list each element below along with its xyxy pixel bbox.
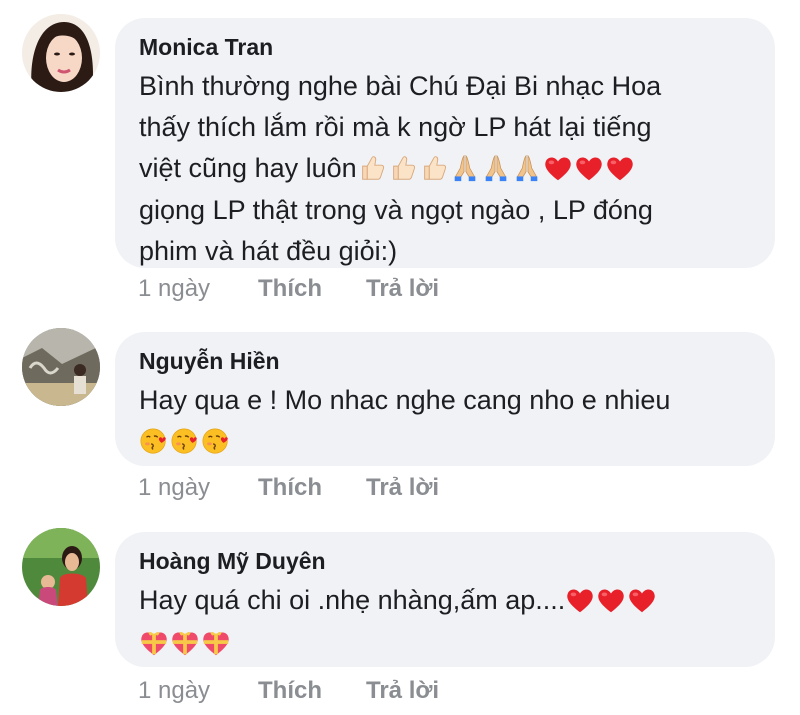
comment-text-line: phim và hát đều giỏi:) <box>139 236 398 267</box>
reply-button[interactable]: Trả lời <box>366 473 439 503</box>
comment-text-line: giọng LP thật trong và ngọt ngào , LP đó… <box>139 195 653 226</box>
comment-text: Hay quá chi oi .nhẹ nhàng,ấm ap.... <box>139 580 751 665</box>
comment-author[interactable]: Hoàng Mỹ Duyên <box>139 546 751 576</box>
red-heart-icon <box>627 585 657 615</box>
comment-timestamp[interactable]: 1 ngày <box>138 274 258 304</box>
kissing-heart-face-icon <box>139 426 169 456</box>
avatar[interactable] <box>22 328 100 406</box>
comment-bubble: Monica Tran Bình thường nghe bài Chú Đại… <box>115 18 775 268</box>
red-heart-icon <box>565 585 595 615</box>
comment-actions: 1 ngày Thích Trả lời <box>138 274 439 304</box>
folded-hands-icon <box>481 153 511 183</box>
reply-button[interactable]: Trả lời <box>366 676 439 706</box>
comment-text-segment: việt cũng hay luôn <box>139 153 357 183</box>
like-button[interactable]: Thích <box>258 676 366 706</box>
comment-text-line: Hay quá chi oi .nhẹ nhàng,ấm ap.... <box>139 580 751 622</box>
like-button[interactable]: Thích <box>258 473 366 503</box>
red-heart-icon <box>574 153 604 183</box>
emoji-row <box>357 149 636 190</box>
comment-text-segment: Hay quá chi oi .nhẹ nhàng,ấm ap.... <box>139 585 566 615</box>
comment-text-line <box>139 421 751 463</box>
comment-actions: 1 ngày Thích Trả lời <box>138 473 439 503</box>
reply-button[interactable]: Trả lời <box>366 274 439 304</box>
comment-author[interactable]: Nguyễn Hiền <box>139 346 751 376</box>
red-heart-icon <box>596 585 626 615</box>
avatar[interactable] <box>22 528 100 606</box>
heart-gift-icon <box>139 628 169 658</box>
comment-bubble: Hoàng Mỹ Duyên Hay quá chi oi .nhẹ nhàng… <box>115 532 775 667</box>
comment-actions: 1 ngày Thích Trả lời <box>138 676 439 706</box>
emoji-row <box>139 422 232 463</box>
comment-timestamp[interactable]: 1 ngày <box>138 676 258 706</box>
avatar[interactable] <box>22 14 100 92</box>
emoji-row <box>139 624 232 665</box>
comment-text-line: Bình thường nghe bài Chú Đại Bi nhạc Hoa <box>139 71 662 101</box>
heart-gift-icon <box>170 628 200 658</box>
like-button[interactable]: Thích <box>258 274 366 304</box>
comment-text: Hay qua e ! Mo nhac nghe cang nho e nhie… <box>139 380 751 463</box>
thumbs-up-icon <box>419 153 449 183</box>
kissing-heart-face-icon <box>201 426 231 456</box>
comment-author[interactable]: Monica Tran <box>139 32 751 62</box>
thumbs-up-icon <box>357 153 387 183</box>
comment-text-line <box>139 622 751 664</box>
comment-text-line: việt cũng hay luôn <box>139 148 751 190</box>
emoji-row <box>565 581 658 622</box>
comment-bubble: Nguyễn Hiền Hay qua e ! Mo nhac nghe can… <box>115 332 775 466</box>
comment-text: Bình thường nghe bài Chú Đại Bi nhạc Hoa… <box>139 66 751 272</box>
comment-timestamp[interactable]: 1 ngày <box>138 473 258 503</box>
kissing-heart-face-icon <box>170 426 200 456</box>
heart-gift-icon <box>201 628 231 658</box>
comment-text-line: thấy thích lắm rồi mà k ngờ LP hát lại t… <box>139 112 652 142</box>
comment-text-line: Hay qua e ! Mo nhac nghe cang nho e nhie… <box>139 385 671 415</box>
red-heart-icon <box>605 153 635 183</box>
thumbs-up-icon <box>388 153 418 183</box>
red-heart-icon <box>543 153 573 183</box>
folded-hands-icon <box>512 153 542 183</box>
folded-hands-icon <box>450 153 480 183</box>
